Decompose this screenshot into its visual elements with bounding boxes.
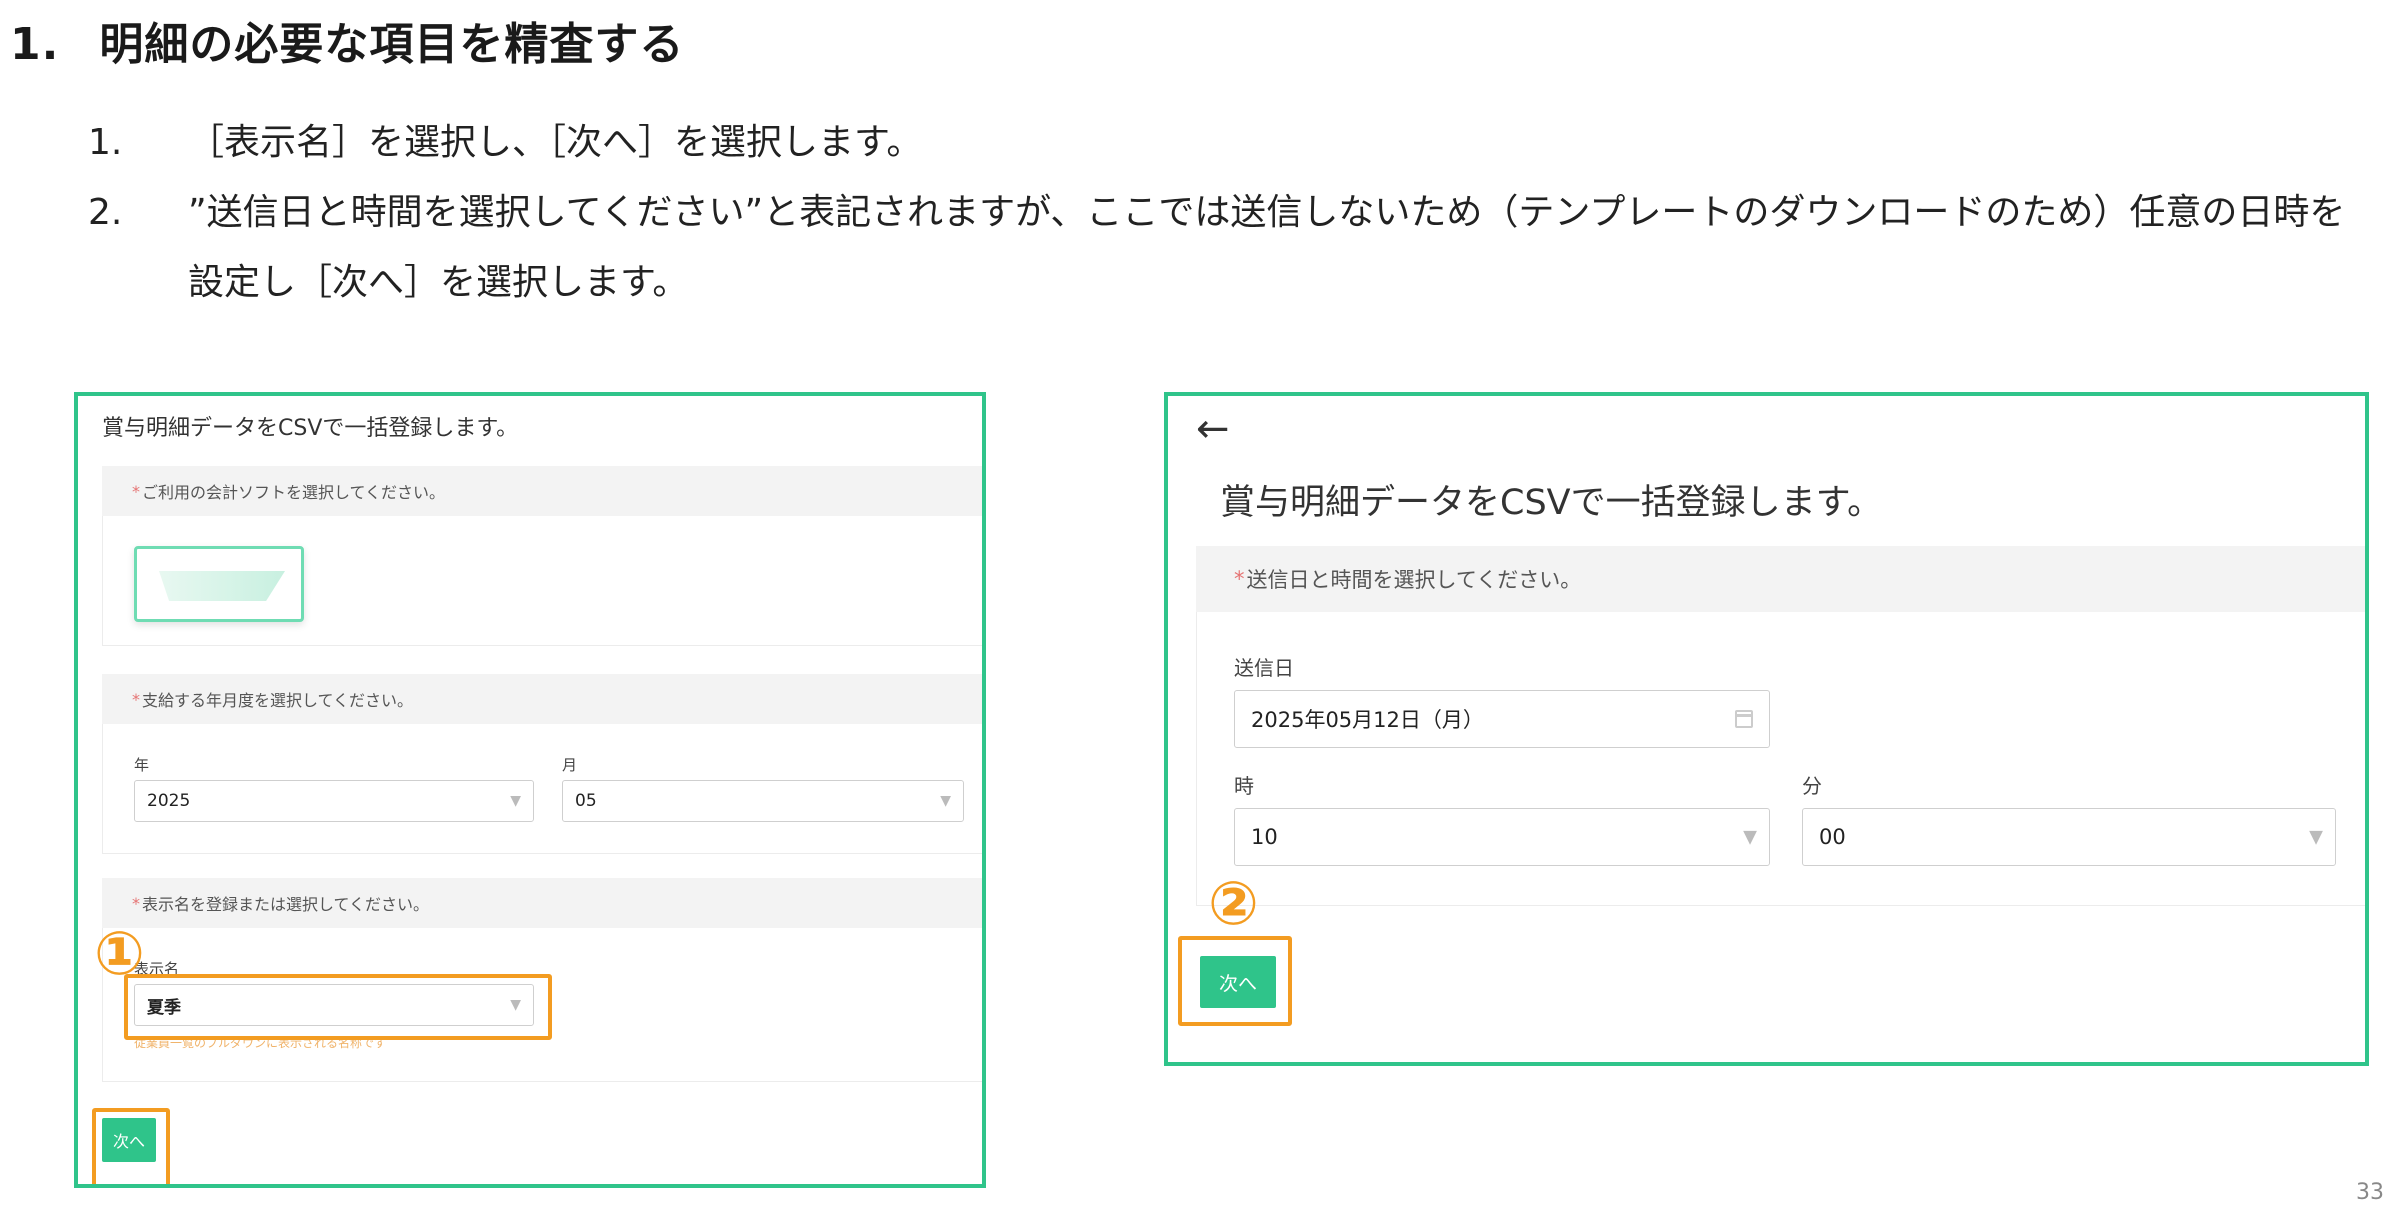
chevron-down-icon: ▼ [1743,826,1757,848]
screenshot-display-name-step: 賞与明細データをCSVで一括登録します。 * ご利用の会計ソフトを選択してください… [74,392,986,1188]
year-select[interactable]: 2025 ▼ [134,780,534,822]
accounting-software-card[interactable] [134,546,304,622]
instruction-steps: 1. ［表示名］を選択し、［次へ］を選択します。 2. ”送信日と時間を選択して… [88,108,2368,318]
step-marker-2: ② [1208,869,1259,939]
step-text: ”送信日と時間を選択してください”と表記されますが、ここでは送信しないため（テン… [188,192,2346,303]
display-name-section-label: 表示名を登録または選択してください。 [142,895,430,914]
panel-title: 賞与明細データをCSVで一括登録します。 [102,416,519,441]
screenshot-send-date-step: ← 賞与明細データをCSVで一括登録します。 * 送信日と時間を選択してください。… [1164,392,2369,1066]
page-heading: 1. 明細の必要な項目を精査する [10,8,684,72]
period-section-label: 支給する年月度を選択してください。 [142,691,414,710]
required-mark: * [132,481,140,501]
chevron-down-icon: ▼ [510,793,521,809]
send-date-value: 2025年05月12日（月） [1251,708,1484,732]
heading-text: 明細の必要な項目を精査する [99,19,685,70]
send-date-section-label: 送信日と時間を選択してください。 [1246,568,1582,592]
hour-select[interactable]: 10 ▼ [1234,808,1770,866]
send-date-input[interactable]: 2025年05月12日（月） [1234,690,1770,748]
minute-label: 分 [1802,774,1822,798]
month-select[interactable]: 05 ▼ [562,780,964,822]
required-mark: * [132,689,140,709]
highlight-box-display-name [124,974,552,1040]
calendar-icon [1735,710,1753,728]
hour-label: 時 [1234,774,1254,798]
minute-select[interactable]: 00 ▼ [1802,808,2336,866]
page-number: 33 [2356,1180,2384,1205]
step-marker-1: ① [94,919,145,989]
chevron-down-icon: ▼ [940,793,951,809]
step-2: 2. ”送信日と時間を選択してください”と表記されますが、ここでは送信しないため… [88,178,2368,318]
software-section-label: ご利用の会計ソフトを選択してください。 [142,483,446,502]
required-mark: * [132,893,140,913]
required-mark: * [1234,567,1245,591]
send-date-label: 送信日 [1234,656,1294,680]
step-1: 1. ［表示名］を選択し、［次へ］を選択します。 [88,108,2368,178]
software-logo [159,571,285,601]
back-arrow-icon[interactable]: ← [1196,406,1230,452]
minute-value: 00 [1819,825,1846,849]
send-date-section-header: * 送信日と時間を選択してください。 [1196,546,2365,612]
panel-title: 賞与明細データをCSVで一括登録します。 [1220,483,1883,523]
heading-number: 1. [10,19,60,70]
step-number: 1. [88,122,123,163]
display-name-section-header: * 表示名を登録または選択してください。 [102,878,982,928]
year-value: 2025 [147,791,191,811]
highlight-box-next [92,1108,170,1184]
software-section-header: * ご利用の会計ソフトを選択してください。 [102,466,982,516]
month-value: 05 [575,791,597,811]
period-section-header: * 支給する年月度を選択してください。 [102,674,982,724]
highlight-box-next [1178,936,1292,1026]
hour-value: 10 [1251,825,1278,849]
step-number: 2. [88,192,123,233]
step-text: ［表示名］を選択し、［次へ］を選択します。 [188,122,923,163]
chevron-down-icon: ▼ [2309,826,2323,848]
month-label: 月 [562,756,578,774]
year-label: 年 [134,756,150,774]
